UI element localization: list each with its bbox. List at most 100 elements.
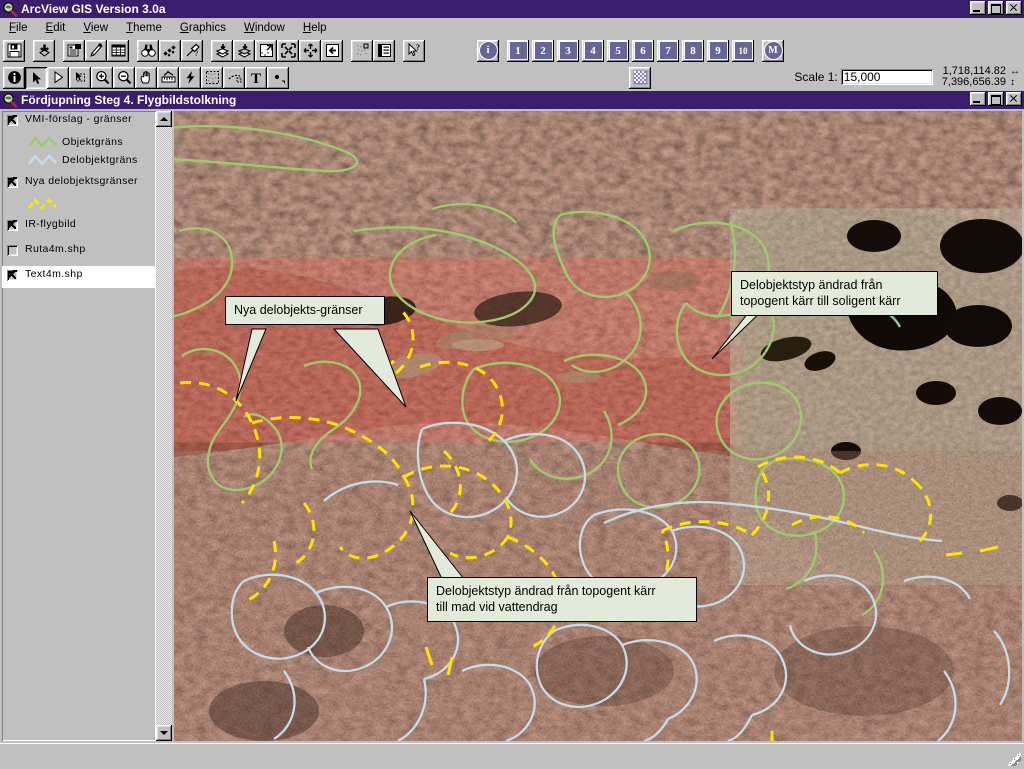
legend-item-text4m[interactable]: Text4m.shp [2,266,156,288]
query-builder-icon[interactable] [159,39,181,62]
extension-button-1[interactable]: 1 [507,39,529,62]
legend-checkbox-ir-flygbild[interactable] [7,220,18,231]
info-circle-button[interactable]: i [477,39,499,62]
legend-scrollbar-track[interactable] [156,127,172,725]
save-project-icon[interactable] [3,39,25,62]
theme-properties-icon[interactable] [63,39,85,62]
help-pointer-icon[interactable]: ? [403,39,425,62]
pointer-icon[interactable] [25,66,47,89]
status-bar [0,743,1024,769]
select-by-theme-icon[interactable] [351,39,373,62]
extension-button-10[interactable]: 10 [732,39,754,62]
hammer-query-icon[interactable]: ? [181,39,203,62]
measure-icon[interactable] [157,66,179,89]
legend-sublayer-delobjektgrans[interactable]: Delobjektgräns [2,151,156,169]
info-circle-label: i [478,41,498,60]
legend-sublayer-objektgrans[interactable]: Objektgräns [2,133,156,151]
select-all-features-icon[interactable] [211,39,233,62]
vertex-edit-icon[interactable] [47,66,69,89]
arcview-magnifier-icon [2,1,18,17]
callout-leader-lines [235,302,772,580]
map-canvas[interactable]: Nya delobjekts-gränser Delobjektstyp änd… [174,111,1022,741]
fill-palette-icon[interactable] [629,66,651,89]
pan-hand-icon[interactable] [135,66,157,89]
extension-button-5[interactable]: 5 [607,39,629,62]
menu-file[interactable]: File [0,20,37,36]
leader-mad-vid-vattendrag [409,510,466,580]
select-feature-icon[interactable] [69,66,91,89]
edit-legend-icon[interactable] [85,39,107,62]
legend-label-vmi-forslag: VMI-förslag - gränser [25,113,133,125]
view-window-controls [970,92,1022,106]
identify-icon[interactable] [3,66,25,89]
text-tool-icon[interactable]: T [245,66,267,89]
scale-input[interactable]: 15,000 [840,69,933,85]
view-magnifier-icon [2,92,18,108]
extension-button-6[interactable]: 6 [632,39,654,62]
extension-label-8: 8 [683,41,703,60]
view-maximize-button[interactable] [988,92,1004,106]
legend-item-ruta4m[interactable]: Ruta4m.shp [2,241,156,263]
legend-item-vmi-forslag[interactable]: VMI-förslag - gränser [2,111,156,133]
extension-label-7: 7 [658,41,678,60]
draw-point-icon[interactable] [267,66,289,89]
extension-button-4[interactable]: 4 [582,39,604,62]
extension-label-5: 5 [608,41,628,60]
extension-label-3: 3 [558,41,578,60]
legend-item-nya-delobjektsgranser[interactable]: Nya delobjektsgränser [2,173,156,195]
maximize-button[interactable] [988,1,1004,15]
menu-theme[interactable]: Theme [117,20,171,36]
view-close-button[interactable] [1006,92,1022,106]
menu-window[interactable]: Window [235,20,294,36]
extension-button-8[interactable]: 8 [682,39,704,62]
extension-button-3[interactable]: 3 [557,39,579,62]
label-icon[interactable] [223,66,245,89]
x-axis-arrow-icon: ↔ [1010,66,1020,77]
extension-label-9: 9 [708,41,728,60]
zoom-to-full-extent-icon[interactable] [277,39,299,62]
menu-view[interactable]: View [74,20,117,36]
nya-granser-dashed-swatch [28,197,58,211]
legend-item-ir-flygbild[interactable]: IR-flygbild [2,216,156,238]
open-table-icon[interactable] [107,39,129,62]
scroll-up-arrow[interactable] [156,111,172,127]
m-circle-button[interactable]: M [762,39,784,62]
zoom-previous-icon[interactable] [321,39,343,62]
view-minimize-button[interactable] [970,92,986,106]
menu-help[interactable]: Help [294,20,336,36]
extension-button-9[interactable]: 9 [707,39,729,62]
zoom-to-theme-icon[interactable] [255,39,277,62]
leader-nya-granser-right [332,328,407,408]
legend-checkbox-nya-delobjektsgranser[interactable] [7,177,18,188]
add-theme-icon[interactable] [33,39,55,62]
objektgrans-line-swatch [28,135,58,149]
legend-checkbox-text4m[interactable] [7,270,18,281]
callout-topogent-till-mad[interactable]: Delobjektstyp ändrad från topogent kärr … [427,577,697,622]
legend-checkbox-vmi-forslag[interactable] [7,115,18,126]
callout-topogent-till-soligent[interactable]: Delobjektstyp ändrad från topogent kärr … [731,271,938,316]
legend-label-nya-delobjektsgranser: Nya delobjektsgränser [25,175,138,187]
zoom-to-active-theme-icon[interactable] [299,39,321,62]
zoom-in-icon[interactable] [91,66,113,89]
resize-grip[interactable] [1008,753,1021,766]
legend-scrollbar[interactable] [156,111,172,741]
view-title-bar: Fördjupning Steg 4. Flygbildstolkning [0,91,1024,109]
scroll-down-arrow[interactable] [156,725,172,741]
find-binoculars-icon[interactable] [137,39,159,62]
clear-selection-icon[interactable] [233,39,255,62]
extension-button-7[interactable]: 7 [657,39,679,62]
minimize-button[interactable] [970,1,986,15]
zoom-out-icon[interactable] [113,66,135,89]
callout-nya-delobjektsgranser[interactable]: Nya delobjekts-gränser [225,296,385,325]
close-button[interactable] [1006,1,1022,15]
scale-label: Scale 1: [794,70,838,84]
menu-edit[interactable]: Edit [37,20,75,36]
menu-graphics[interactable]: Graphics [171,20,235,36]
layout-icon[interactable] [373,39,395,62]
legend-checkbox-ruta4m[interactable] [7,245,18,256]
extension-label-1: 1 [508,41,528,60]
hot-link-icon[interactable] [179,66,201,89]
extension-label-4: 4 [583,41,603,60]
extension-button-2[interactable]: 2 [532,39,554,62]
area-of-interest-icon[interactable] [201,66,223,89]
